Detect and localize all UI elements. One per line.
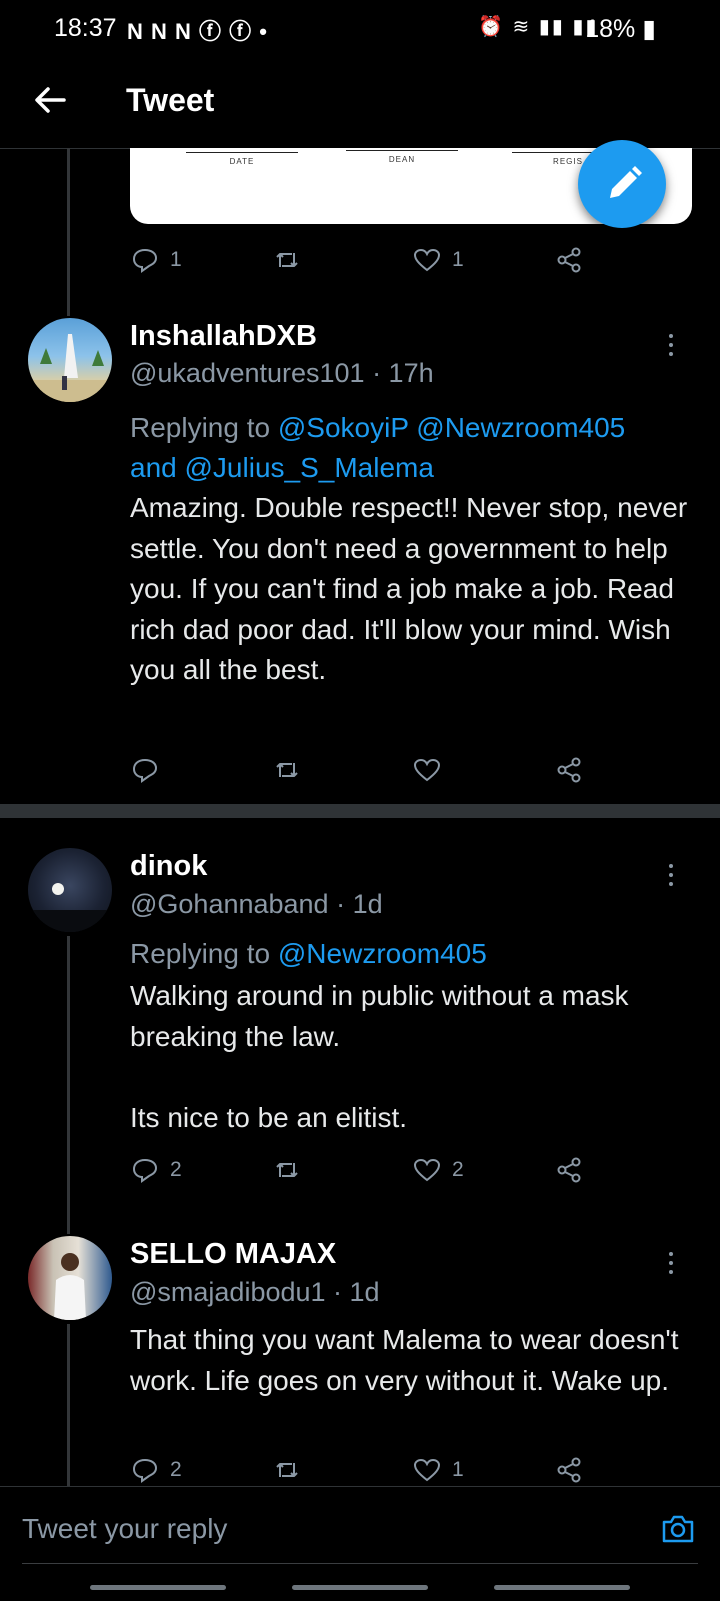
reply-compose-bar: Tweet your reply — [0, 1486, 720, 1601]
compose-tweet-button[interactable] — [578, 140, 666, 228]
retweet-button[interactable] — [272, 1150, 302, 1190]
avatar[interactable] — [28, 848, 112, 932]
author-name[interactable]: SELLO MAJAX — [130, 1238, 336, 1271]
like-icon — [413, 758, 441, 782]
share-icon — [557, 1457, 581, 1483]
top-app-bar: Tweet — [0, 56, 720, 149]
reply-input[interactable]: Tweet your reply — [22, 1513, 227, 1545]
author-handle-time: @Gohannaband · 1d — [130, 889, 383, 919]
thread-connector-line — [67, 148, 70, 316]
author-name[interactable]: InshallahDXB — [130, 320, 317, 353]
back-arrow-icon[interactable] — [30, 80, 70, 120]
tweet-text: That thing you want Malema to wear doesn… — [130, 1324, 679, 1396]
reply-count: 2 — [170, 1458, 182, 1481]
notification-icons: N N N ⓕ ⓕ • — [127, 19, 268, 44]
replying-to: Replying to @SokoyiP @Newzroom405 and @J… — [130, 412, 626, 483]
reply-icon — [132, 1458, 158, 1483]
mention-link[interactable]: @SokoyiP @Newzroom405 — [278, 412, 625, 443]
author-name[interactable]: dinok — [130, 850, 207, 883]
share-icon — [557, 247, 581, 273]
retweet-button[interactable] — [272, 240, 302, 280]
signature-line-date: DATE — [186, 152, 298, 166]
like-count: 1 — [452, 248, 464, 271]
reply-icon — [132, 1158, 158, 1183]
reply-button[interactable]: 2 — [130, 1450, 182, 1486]
status-bar: 18:37 N N N ⓕ ⓕ • ⏰ ≋ ▮▮ ▮▮ 18% ▮ — [0, 0, 720, 56]
like-icon — [413, 1458, 441, 1482]
like-button[interactable]: 2 — [412, 1150, 464, 1190]
status-time: 18:37 — [54, 14, 117, 42]
share-button[interactable] — [554, 240, 584, 280]
tweet-actions: 2 1 — [130, 1450, 600, 1486]
retweet-button[interactable] — [272, 1450, 302, 1486]
reply-button[interactable] — [130, 750, 160, 790]
share-button[interactable] — [554, 1450, 584, 1486]
avatar-image — [28, 334, 112, 402]
more-icon[interactable] — [669, 334, 679, 361]
thread-connector-line — [67, 1324, 70, 1486]
nav-back[interactable] — [494, 1585, 630, 1590]
author-handle-time: @smajadibodu1 · 1d — [130, 1277, 380, 1307]
compose-icon — [610, 166, 642, 198]
like-button[interactable]: 1 — [412, 1450, 464, 1486]
parent-tweet-actions: 1 1 — [130, 240, 600, 280]
input-underline — [22, 1563, 698, 1564]
reply-count: 1 — [170, 248, 182, 271]
avatar[interactable] — [28, 318, 112, 402]
tweet-actions: 2 2 — [130, 1150, 600, 1190]
more-icon[interactable] — [669, 864, 679, 891]
retweet-icon — [276, 1163, 298, 1177]
share-icon — [557, 757, 581, 783]
share-button[interactable] — [554, 1150, 584, 1190]
reply-button[interactable]: 1 — [130, 240, 182, 280]
nav-recent-apps[interactable] — [90, 1585, 226, 1590]
share-button[interactable] — [554, 750, 584, 790]
retweet-icon — [276, 1463, 298, 1477]
replying-to: Replying to @Newzroom405 — [130, 938, 487, 969]
mention-link[interactable]: @Newzroom405 — [278, 938, 487, 969]
avatar-image — [28, 883, 112, 932]
like-button[interactable] — [412, 750, 442, 790]
thread-connector-line — [67, 936, 70, 1234]
signature-line-dean: DEAN — [346, 150, 458, 164]
avatar[interactable] — [28, 1236, 112, 1320]
retweet-icon — [276, 253, 298, 267]
camera-icon[interactable] — [660, 1511, 696, 1547]
more-icon[interactable] — [669, 1252, 679, 1279]
author-handle-time: @ukadventures101 · 17h — [130, 358, 434, 388]
avatar-image — [54, 1253, 86, 1320]
mention-link[interactable]: @Julius_S_Malema — [185, 452, 434, 483]
like-count: 2 — [452, 1158, 464, 1181]
retweet-icon — [276, 763, 298, 777]
reply-icon — [132, 248, 158, 273]
retweet-button[interactable] — [272, 750, 302, 790]
like-icon — [413, 1158, 441, 1182]
like-count: 1 — [452, 1458, 464, 1481]
battery-level: 18% ▮ — [585, 15, 656, 43]
reply-icon — [132, 758, 158, 783]
like-button[interactable]: 1 — [412, 240, 464, 280]
system-icons: ⏰ ≋ ▮▮ ▮▮ — [478, 16, 599, 38]
nav-home[interactable] — [292, 1585, 428, 1590]
tweet-text: Amazing. Double respect!! Never stop, ne… — [130, 492, 688, 685]
section-divider — [0, 804, 720, 818]
share-icon — [557, 1157, 581, 1183]
page-title: Tweet — [126, 82, 215, 118]
like-icon — [413, 248, 441, 272]
tweet-text: Walking around in public without a mask … — [130, 980, 629, 1133]
tweet-actions — [130, 750, 600, 790]
reply-count: 2 — [170, 1158, 182, 1181]
reply-button[interactable]: 2 — [130, 1150, 182, 1190]
